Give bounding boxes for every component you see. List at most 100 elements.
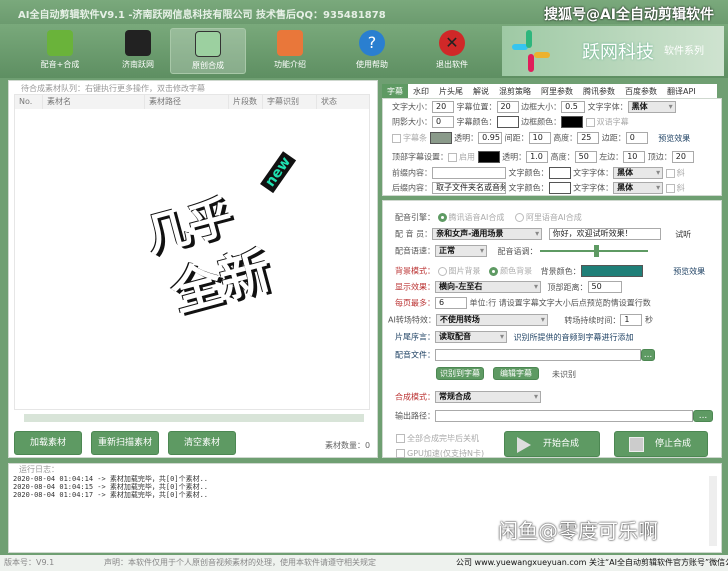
- tab-intro-outro[interactable]: 片头尾: [434, 84, 468, 98]
- brand-name: 跃网科技: [582, 42, 654, 63]
- brand-sub: 软件系列: [664, 46, 704, 57]
- load-material-button[interactable]: 加载素材: [14, 431, 82, 455]
- height-input[interactable]: 25: [577, 132, 600, 144]
- top-distance-input[interactable]: 50: [587, 281, 622, 293]
- log-line: 2020-08-04 01:04:14 -> 素材加载完毕，共[0]个素材..: [13, 475, 209, 483]
- film-reel-icon: [125, 30, 151, 56]
- subtitle-color-picker[interactable]: [496, 116, 519, 128]
- gpu-option: GPU加速(仅支持N卡): [396, 448, 484, 459]
- engine-ali-radio[interactable]: [514, 213, 524, 222]
- top-edge-input[interactable]: 20: [671, 151, 694, 163]
- bilingual-checkbox[interactable]: [585, 117, 595, 127]
- tab-narration[interactable]: 解说: [468, 84, 494, 98]
- clear-material-button[interactable]: 清空素材: [168, 431, 236, 455]
- prefix-color-picker[interactable]: [548, 167, 571, 179]
- toolbar-dub-compose[interactable]: 配音+合成: [22, 28, 98, 74]
- top-color-picker[interactable]: [477, 151, 500, 163]
- prefix-font-select[interactable]: 黑体: [613, 167, 664, 179]
- lines-row: 每页最多： 6 单位:行 请设置字幕文字大小后点预览酌情设置行数: [395, 297, 651, 309]
- tab-subtitle[interactable]: 字幕: [382, 84, 408, 98]
- bg-color-radio[interactable]: [489, 266, 499, 276]
- suffix-color-picker[interactable]: [548, 182, 571, 194]
- pitch-slider[interactable]: [540, 245, 649, 257]
- margin-input[interactable]: 0: [625, 132, 648, 144]
- rescan-material-button[interactable]: 重新扫描素材: [91, 431, 159, 455]
- col-segments: 片段数: [229, 95, 263, 109]
- preview-link[interactable]: 预览效果: [673, 267, 705, 276]
- prefix-input[interactable]: [432, 167, 506, 179]
- suffix-italic-checkbox[interactable]: [665, 183, 675, 193]
- label: 合成模式：: [395, 392, 435, 402]
- top-alpha-input[interactable]: 1.0: [526, 151, 549, 163]
- subtitle-bar-checkbox[interactable]: [392, 133, 401, 143]
- tail-select[interactable]: 读取配音: [435, 331, 507, 343]
- audio-file-input[interactable]: [435, 349, 641, 361]
- font-select[interactable]: 黑体: [627, 101, 676, 113]
- label: 文字颜色：: [508, 183, 549, 193]
- prefix-italic-checkbox[interactable]: [665, 168, 675, 178]
- pitch-slider-thumb[interactable]: [594, 245, 600, 257]
- horizontal-scrollbar[interactable]: [24, 414, 364, 422]
- output-path-input[interactable]: [435, 410, 693, 422]
- toolbar-original-compose[interactable]: 原创合成: [170, 28, 246, 74]
- toolbar-features[interactable]: 功能介绍: [252, 28, 328, 74]
- tab-watermark[interactable]: 水印: [408, 84, 434, 98]
- border-color-picker[interactable]: [561, 116, 584, 128]
- gpu-checkbox[interactable]: [396, 449, 405, 458]
- output-browse-button[interactable]: ...: [693, 410, 713, 422]
- toolbar-help[interactable]: ? 使用帮助: [334, 28, 410, 74]
- label: 阴影大小：: [392, 117, 432, 127]
- recognize-button[interactable]: 识别到字幕: [436, 367, 484, 380]
- test-text-input[interactable]: 你好，欢迎试听效果！: [548, 228, 661, 240]
- bg-color-picker[interactable]: [580, 265, 643, 277]
- toolbar-exit[interactable]: ✕ 退出软件: [414, 28, 490, 74]
- listen-button[interactable]: 试听: [675, 230, 691, 239]
- label: 后缀内容：: [392, 183, 432, 193]
- label: 边框颜色：: [521, 117, 562, 127]
- border-size-input[interactable]: 0.5: [561, 101, 586, 113]
- spacing-input[interactable]: 10: [528, 132, 551, 144]
- font-size-input[interactable]: 20: [432, 101, 454, 113]
- speaker-select[interactable]: 亲和女声-通用场景: [432, 228, 543, 240]
- preview-link[interactable]: 预览效果: [658, 134, 690, 143]
- lines-input[interactable]: 6: [435, 297, 467, 309]
- effect-select[interactable]: 横向-左至右: [435, 281, 541, 293]
- label: 字幕条: [403, 133, 427, 143]
- brand-logo: 跃网科技 软件系列: [502, 26, 724, 76]
- suffix-font-select[interactable]: 黑体: [613, 182, 664, 194]
- label: 透明：: [502, 152, 527, 162]
- tab-ali-params[interactable]: 阿里参数: [536, 84, 578, 98]
- edit-subtitle-button[interactable]: 编辑字幕: [493, 367, 539, 380]
- transition-time-input[interactable]: 1: [620, 314, 643, 326]
- subtitle-row-2: 阴影大小： 0 字幕颜色： 边框颜色： 双语字幕: [392, 116, 629, 128]
- toolbar-jinan-yuewang[interactable]: 济南跃网: [100, 28, 176, 74]
- engine-tencent-radio[interactable]: [437, 213, 447, 222]
- mode-select[interactable]: 常规合成: [435, 391, 541, 403]
- new-sticker: 几乎 全新 new: [120, 150, 320, 330]
- shutdown-checkbox[interactable]: [396, 434, 405, 443]
- toolbar-label: 使用帮助: [356, 60, 388, 69]
- bar-color-picker[interactable]: [429, 132, 452, 144]
- shadow-input[interactable]: 0: [432, 116, 454, 128]
- bg-image-radio[interactable]: [437, 266, 447, 276]
- label: 背景模式：: [395, 266, 435, 276]
- alpha-input[interactable]: 0.95: [478, 132, 503, 144]
- label: 双语字幕: [596, 117, 629, 127]
- audio-browse-button[interactable]: ...: [641, 349, 655, 361]
- transition-select[interactable]: 不使用转场: [435, 314, 548, 326]
- top-enable-checkbox[interactable]: [448, 152, 457, 162]
- tab-baidu-params[interactable]: 百度参数: [620, 84, 662, 98]
- material-count: 素材数量：0: [325, 440, 370, 451]
- start-compose-button[interactable]: 开始合成: [504, 431, 600, 457]
- position-input[interactable]: 20: [496, 101, 519, 113]
- tab-mix-strategy[interactable]: 混剪策略: [494, 84, 536, 98]
- mode-row: 合成模式： 常规合成: [395, 391, 541, 403]
- left-input[interactable]: 10: [623, 151, 646, 163]
- speed-select[interactable]: 正常: [435, 245, 487, 257]
- stop-compose-button[interactable]: 停止合成: [614, 431, 708, 457]
- log-scrollbar[interactable]: [709, 476, 717, 546]
- suffix-input[interactable]: 取子文件夹名或音频: [432, 182, 506, 194]
- top-height-input[interactable]: 50: [574, 151, 597, 163]
- tab-translate-api[interactable]: 翻译API: [662, 84, 701, 98]
- tab-tencent-params[interactable]: 腾讯参数: [578, 84, 620, 98]
